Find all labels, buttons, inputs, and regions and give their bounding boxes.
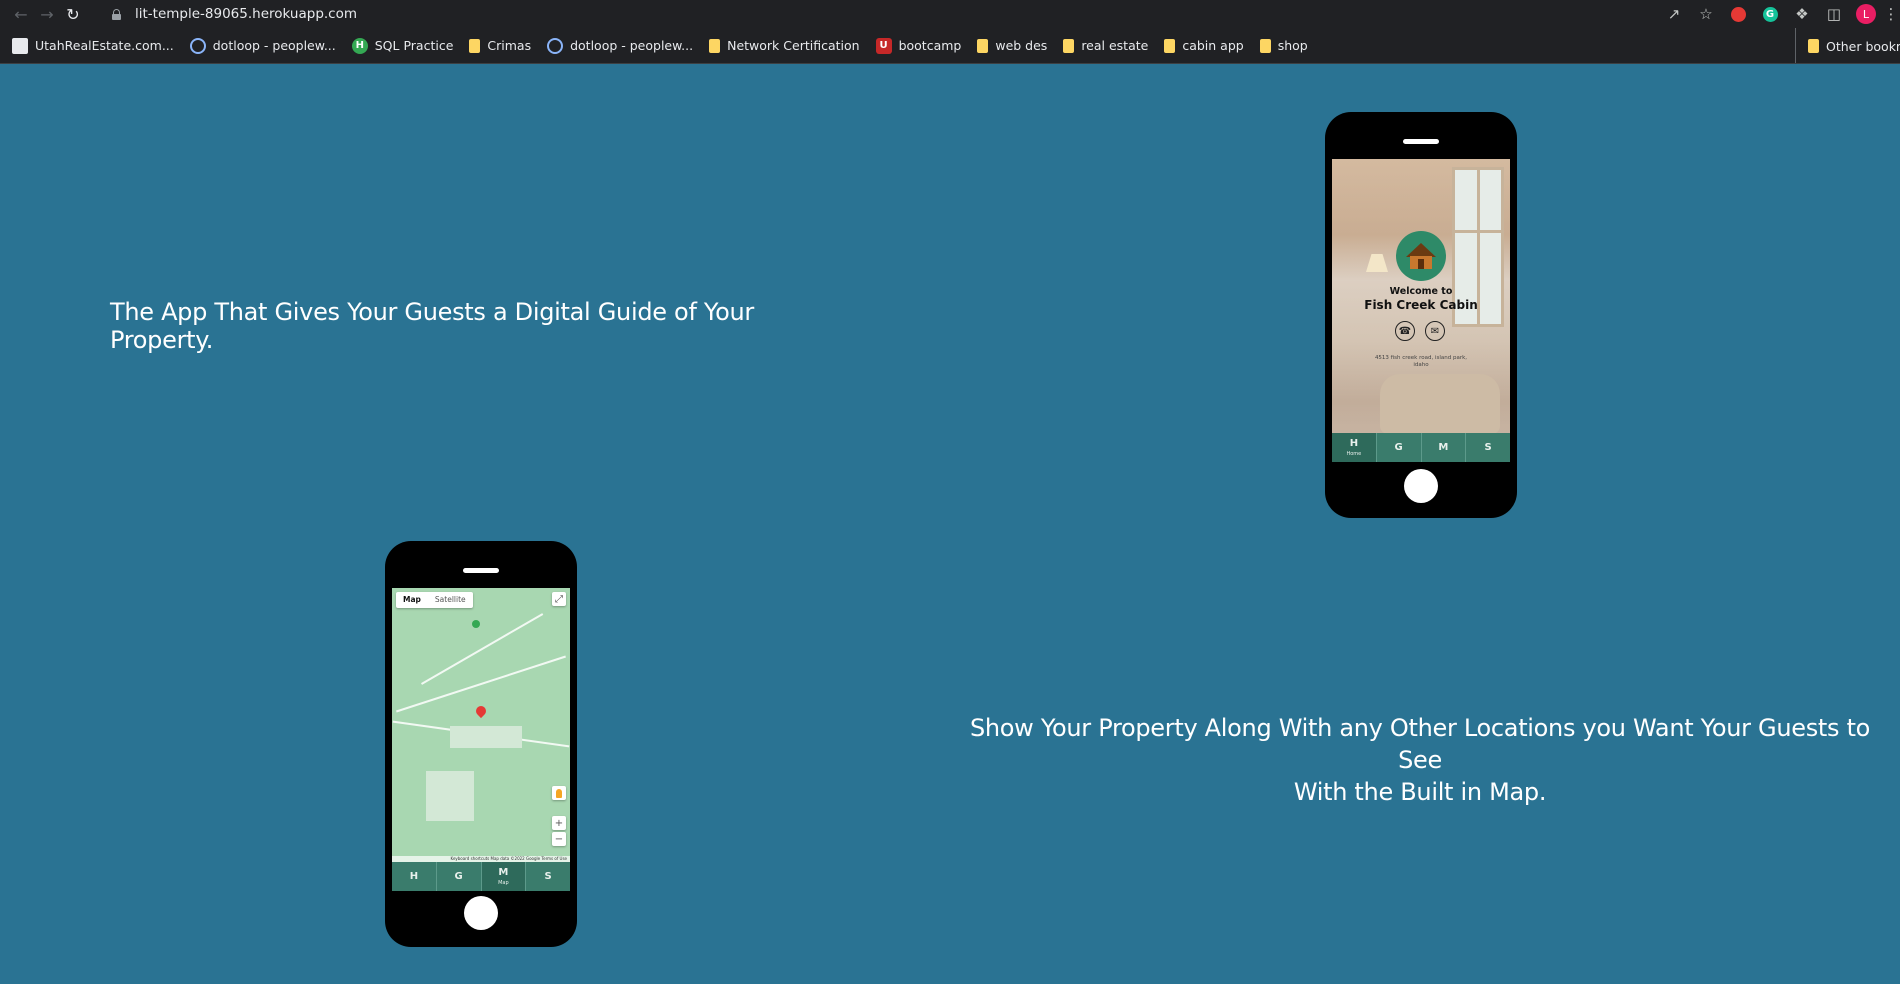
zoom-out-icon[interactable]: −: [552, 832, 566, 846]
bookmark-folder[interactable]: real estate: [1063, 38, 1148, 53]
cabin-logo-icon: [1396, 231, 1446, 281]
headline-line: With the Built in Map.: [1293, 778, 1547, 806]
bookmark-folder[interactable]: Crimas: [469, 38, 531, 53]
share-icon[interactable]: ↗: [1658, 0, 1690, 28]
phone-icon[interactable]: ☎: [1395, 321, 1415, 341]
menu-icon[interactable]: ⋮: [1882, 0, 1900, 28]
h-icon: H: [351, 37, 368, 54]
chair-image: [1380, 374, 1500, 434]
tab-home[interactable]: H: [392, 862, 436, 891]
back-icon[interactable]: ←: [8, 0, 34, 28]
tab-guide[interactable]: G: [435, 862, 481, 891]
folder-icon: [1164, 38, 1176, 53]
map-view[interactable]: [392, 588, 570, 891]
tab-settings[interactable]: S: [525, 862, 570, 891]
folder-icon: [1259, 38, 1271, 53]
bookmarks-bar: UtahRealEstate.com... dotloop - peoplew.…: [0, 28, 1900, 64]
map-marker-icon[interactable]: [476, 706, 486, 720]
app-tab-bar: H Home G M S: [1332, 433, 1510, 462]
site-icon: [12, 37, 28, 54]
folder-icon: [1063, 38, 1075, 53]
url-text: lit-temple-89065.herokuapp.com: [135, 6, 358, 22]
folder-icon: [1808, 39, 1819, 53]
bookmark-folder[interactable]: Network Certification: [709, 38, 860, 53]
browser-toolbar: ← → ↻ lit-temple-89065.herokuapp.com ↗ ☆…: [0, 0, 1900, 28]
headline-line: Show Your Property Along With any Other …: [969, 714, 1871, 774]
headline-digital-guide: The App That Gives Your Guests a Digital…: [110, 298, 754, 354]
lock-icon: [112, 8, 121, 20]
tab-settings[interactable]: S: [1465, 433, 1510, 462]
phone-screen-home: Welcome to Fish Creek Cabin ☎ ✉ 4513 fis…: [1332, 159, 1510, 462]
tab-map[interactable]: M: [1420, 433, 1466, 462]
bookmark-item[interactable]: UtahRealEstate.com...: [12, 37, 174, 54]
green-pin-icon[interactable]: [472, 620, 480, 628]
folder-icon: [709, 38, 721, 53]
fullscreen-icon[interactable]: ⤢: [552, 592, 566, 606]
phone-speaker: [1403, 139, 1439, 144]
phone-screen-map: Map Satellite ⤢ + − Keyboard shortcuts M…: [392, 588, 570, 891]
folder-icon: [469, 38, 481, 53]
map-type-satellite[interactable]: Satellite: [428, 592, 473, 608]
headline-built-in-map: Show Your Property Along With any Other …: [960, 712, 1880, 808]
bookmark-folder[interactable]: cabin app: [1164, 38, 1244, 53]
welcome-text: Welcome to: [1389, 286, 1453, 297]
bookmark-item[interactable]: H SQL Practice: [351, 37, 453, 54]
dotloop-icon: [189, 37, 206, 54]
grammarly-extension-icon[interactable]: G: [1754, 0, 1786, 28]
tab-home[interactable]: H Home: [1332, 433, 1376, 462]
cabin-name: Fish Creek Cabin: [1364, 298, 1478, 312]
app-tab-bar: H G M Map S: [392, 862, 570, 891]
pegman-icon[interactable]: [552, 786, 566, 800]
adblock-extension-icon[interactable]: [1722, 0, 1754, 28]
bookmark-folder[interactable]: web des: [977, 38, 1047, 53]
address-bar[interactable]: lit-temple-89065.herokuapp.com: [112, 3, 357, 25]
bookmark-folder[interactable]: shop: [1259, 38, 1308, 53]
map-type-toggle: Map Satellite: [396, 592, 473, 608]
reload-icon[interactable]: ↻: [60, 0, 86, 28]
forward-icon[interactable]: →: [34, 0, 60, 28]
u-icon: U: [875, 37, 892, 54]
address-text: 4513 fish creek road, island park, idaho: [1374, 355, 1468, 368]
star-icon[interactable]: ☆: [1690, 0, 1722, 28]
puzzle-icon[interactable]: ❖: [1786, 0, 1818, 28]
bookmark-item[interactable]: Ubootcamp: [875, 37, 961, 54]
sidepanel-icon[interactable]: ◫: [1818, 0, 1850, 28]
phone-speaker: [463, 568, 499, 573]
tab-guide[interactable]: G: [1375, 433, 1421, 462]
other-bookmarks-folder[interactable]: Other bookmarks: [1795, 28, 1900, 63]
bookmark-item[interactable]: dotloop - peoplew...: [189, 37, 336, 54]
phone-mockup-map: Map Satellite ⤢ + − Keyboard shortcuts M…: [385, 541, 577, 947]
phone-home-button: [464, 896, 498, 930]
map-area: [426, 771, 474, 821]
toolbar-actions: ↗ ☆ G ❖ ◫ L ⋮: [1658, 0, 1900, 28]
tab-map[interactable]: M Map: [480, 862, 526, 891]
map-road: [421, 613, 543, 685]
dotloop-icon: [547, 37, 564, 54]
zoom-in-icon[interactable]: +: [552, 816, 566, 830]
phone-home-button: [1404, 469, 1438, 503]
map-type-map[interactable]: Map: [396, 592, 428, 608]
bookmark-item[interactable]: dotloop - peoplew...: [547, 37, 693, 54]
phone-mockup-home: Welcome to Fish Creek Cabin ☎ ✉ 4513 fis…: [1325, 112, 1517, 518]
folder-icon: [977, 38, 989, 53]
mail-icon[interactable]: ✉: [1425, 321, 1445, 341]
map-area: [450, 726, 522, 748]
profile-avatar[interactable]: L: [1850, 0, 1882, 28]
